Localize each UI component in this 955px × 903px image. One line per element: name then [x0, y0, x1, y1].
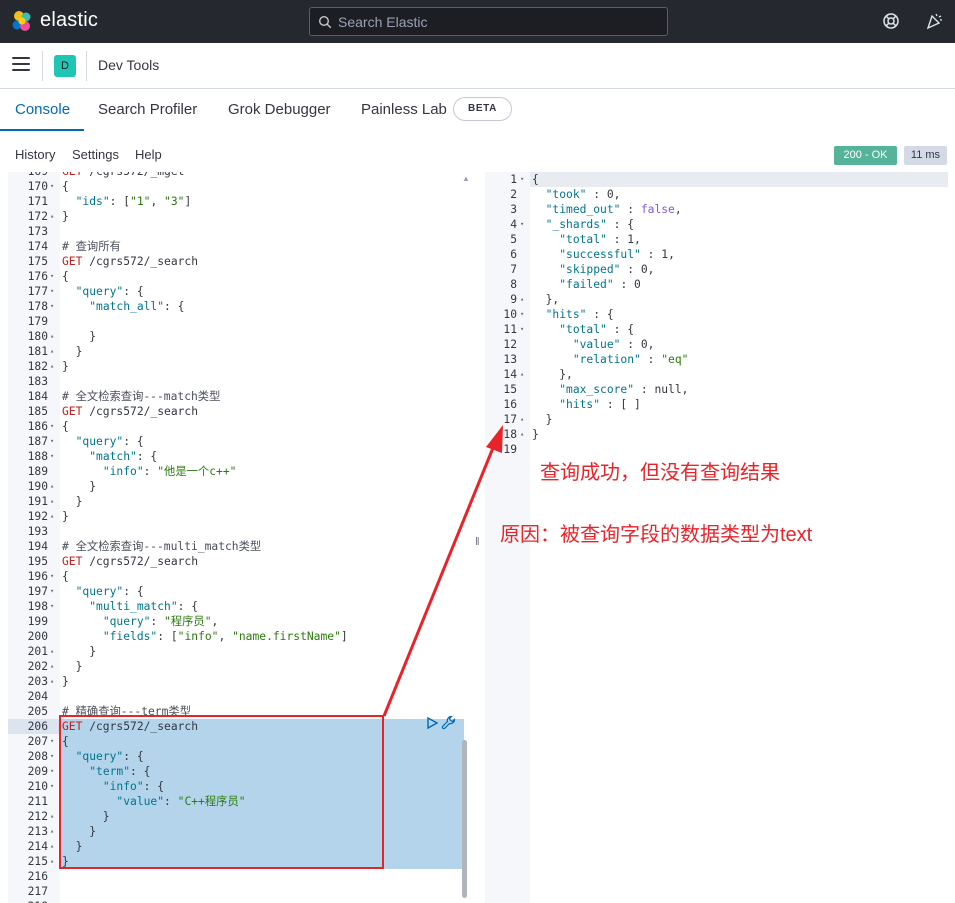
annotation-arrow: [382, 425, 503, 717]
annotation-result: 查询成功，但没有查询结果: [540, 462, 780, 484]
annotation-reason: 原因：被查询字段的数据类型为text: [500, 524, 813, 546]
